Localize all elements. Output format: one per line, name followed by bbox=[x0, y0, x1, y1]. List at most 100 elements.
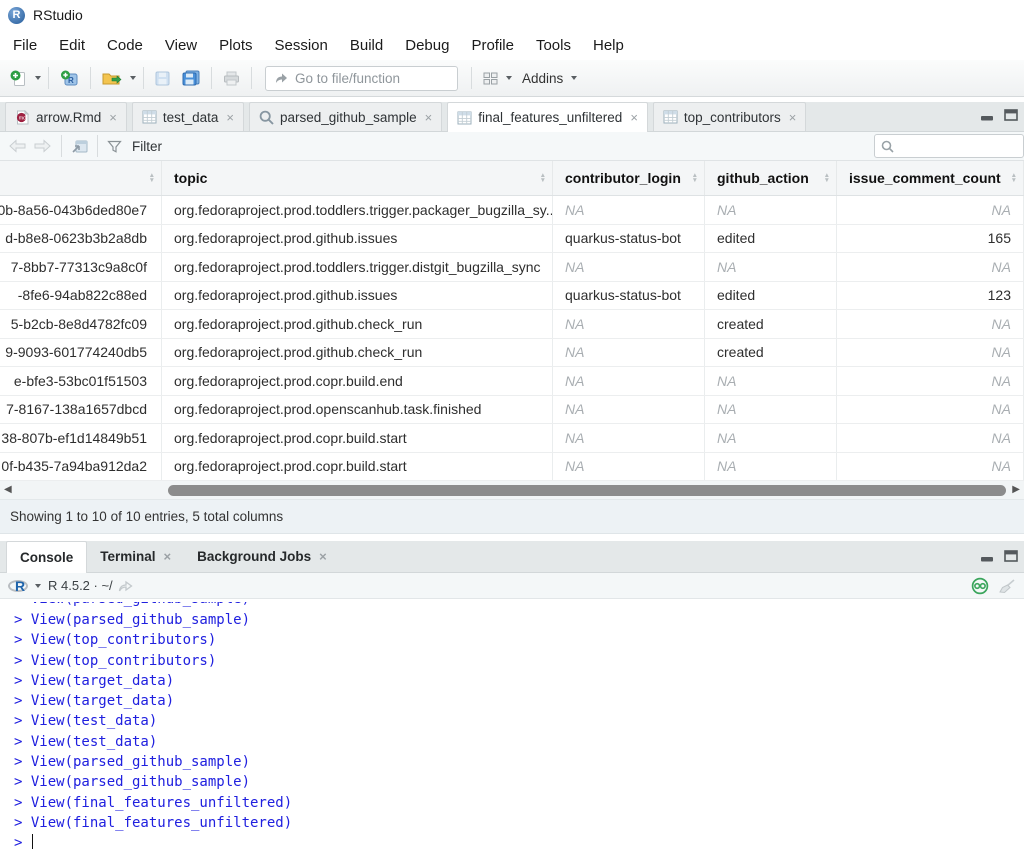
scroll-right-icon[interactable]: ▶ bbox=[1012, 484, 1020, 495]
console-prompt-line[interactable]: > bbox=[14, 833, 1024, 853]
table-icon bbox=[663, 110, 678, 124]
table-row[interactable]: 5-b2cb-8e8d4782fc09org.fedoraproject.pro… bbox=[0, 310, 1024, 339]
minimize-pane-icon[interactable] bbox=[980, 109, 994, 121]
table-row[interactable]: 0f-b435-7a94ba912da2org.fedoraproject.pr… bbox=[0, 453, 1024, 482]
viewer-toolbar: Filter bbox=[0, 132, 1024, 161]
viewer-search-box[interactable] bbox=[874, 134, 1024, 158]
sort-icon[interactable]: ▲▼ bbox=[692, 173, 698, 183]
tab-terminal[interactable]: Terminal × bbox=[87, 541, 184, 572]
maximize-pane-icon[interactable] bbox=[1004, 109, 1018, 121]
tab-top_contributors[interactable]: top_contributors× bbox=[653, 102, 806, 131]
console-tabbar: ConsoleTerminal×Background Jobs× bbox=[0, 541, 1024, 573]
cell-issue_comment_count: 123 bbox=[837, 282, 1024, 310]
r-version-dropdown[interactable] bbox=[35, 584, 41, 588]
forward-icon[interactable] bbox=[33, 139, 52, 153]
back-icon[interactable] bbox=[8, 139, 27, 153]
menu-plots[interactable]: Plots bbox=[208, 37, 263, 54]
text-cursor bbox=[32, 834, 34, 849]
close-icon[interactable]: × bbox=[630, 110, 638, 125]
tab-console[interactable]: Console bbox=[6, 541, 87, 573]
sort-icon[interactable]: ▲▼ bbox=[540, 173, 546, 183]
new-project-button[interactable]: R bbox=[56, 67, 83, 90]
close-icon[interactable]: × bbox=[789, 110, 797, 125]
column-header-contributor_login[interactable]: contributor_login▲▼ bbox=[553, 161, 705, 195]
table-row[interactable]: 9-9093-601774240db5org.fedoraproject.pro… bbox=[0, 339, 1024, 368]
close-icon[interactable]: × bbox=[319, 549, 327, 564]
scroll-left-icon[interactable]: ◀ bbox=[4, 484, 12, 495]
menu-edit[interactable]: Edit bbox=[48, 37, 96, 54]
table-row[interactable]: d-b8e8-0623b3b2a8dborg.fedoraproject.pro… bbox=[0, 225, 1024, 254]
column-header-topic[interactable]: topic▲▼ bbox=[162, 161, 553, 195]
r-version-bar: R R 4.5.2 · ~/ bbox=[0, 573, 1024, 599]
console-line: > View(final_features_unfiltered) bbox=[14, 813, 1024, 833]
close-icon[interactable]: × bbox=[164, 549, 172, 564]
cell-github_action: NA bbox=[705, 424, 837, 452]
cell-contributor_login: NA bbox=[553, 367, 705, 395]
save-all-button[interactable] bbox=[178, 67, 204, 89]
console-line: > View(top_contributors) bbox=[14, 630, 1024, 650]
tab-label: test_data bbox=[163, 110, 219, 125]
menu-code[interactable]: Code bbox=[96, 37, 154, 54]
tab-final_features_unfiltered[interactable]: final_features_unfiltered× bbox=[447, 102, 648, 132]
console-line: > View(final_features_unfiltered) bbox=[14, 793, 1024, 813]
column-header-rowid[interactable]: ▲▼ bbox=[0, 161, 162, 195]
goto-file-function-box[interactable] bbox=[265, 66, 458, 91]
filter-icon[interactable] bbox=[107, 140, 122, 153]
column-header-issue_comment_count[interactable]: issue_comment_count▲▼ bbox=[837, 161, 1024, 195]
table-row[interactable]: e-bfe3-53bc01f51503org.fedoraproject.pro… bbox=[0, 367, 1024, 396]
r-logo-icon[interactable]: R bbox=[8, 578, 30, 594]
sort-icon[interactable]: ▲▼ bbox=[149, 173, 155, 183]
menu-view[interactable]: View bbox=[154, 37, 208, 54]
tab-parsed_github_sample[interactable]: parsed_github_sample× bbox=[249, 102, 442, 131]
table-row[interactable]: 7-8bb7-77313c9a8c0forg.fedoraproject.pro… bbox=[0, 253, 1024, 282]
save-button[interactable] bbox=[151, 68, 174, 89]
cell-topic: org.fedoraproject.prod.toddlers.trigger.… bbox=[162, 253, 553, 281]
tab-label: Terminal bbox=[100, 549, 155, 564]
menu-help[interactable]: Help bbox=[582, 37, 635, 54]
minimize-pane-icon[interactable] bbox=[980, 550, 994, 562]
table-row[interactable]: 7-8167-138a1657dbcdorg.fedoraproject.pro… bbox=[0, 396, 1024, 425]
menu-build[interactable]: Build bbox=[339, 37, 394, 54]
maximize-pane-icon[interactable] bbox=[1004, 550, 1018, 562]
sort-icon[interactable]: ▲▼ bbox=[1011, 173, 1017, 183]
scrollbar-thumb[interactable] bbox=[168, 485, 1006, 496]
menu-debug[interactable]: Debug bbox=[394, 37, 460, 54]
tab-test_data[interactable]: test_data × bbox=[132, 102, 244, 131]
cell-rowid: 0f-b435-7a94ba912da2 bbox=[0, 453, 162, 481]
menu-profile[interactable]: Profile bbox=[460, 37, 525, 54]
table-row[interactable]: 0b-8a56-043b6ded80e7org.fedoraproject.pr… bbox=[0, 196, 1024, 225]
console-output[interactable]: > View(parsed_github_sample)> View(parse… bbox=[0, 599, 1024, 854]
close-icon[interactable]: × bbox=[109, 110, 117, 125]
menu-tools[interactable]: Tools bbox=[525, 37, 582, 54]
sort-icon[interactable]: ▲▼ bbox=[824, 173, 830, 183]
new-file-button[interactable] bbox=[6, 67, 31, 90]
addins-pane-button[interactable] bbox=[479, 69, 502, 88]
viewer-search-input[interactable] bbox=[899, 139, 1009, 154]
open-in-window-icon[interactable] bbox=[71, 139, 88, 154]
open-wd-icon[interactable] bbox=[118, 580, 133, 592]
menu-session[interactable]: Session bbox=[264, 37, 339, 54]
tab-background-jobs[interactable]: Background Jobs× bbox=[184, 541, 340, 572]
print-button[interactable] bbox=[219, 68, 244, 89]
addins-dropdown[interactable] bbox=[571, 76, 577, 80]
open-file-button[interactable] bbox=[98, 68, 126, 89]
close-icon[interactable]: × bbox=[226, 110, 234, 125]
toolbar-separator bbox=[251, 67, 252, 89]
addins-label[interactable]: Addins bbox=[522, 71, 563, 86]
clear-console-icon[interactable] bbox=[998, 579, 1016, 594]
filter-label[interactable]: Filter bbox=[132, 139, 162, 154]
open-dropdown[interactable] bbox=[130, 76, 136, 80]
tab-arrow.Rmd[interactable]: mdarrow.Rmd× bbox=[5, 102, 127, 131]
horizontal-scrollbar[interactable]: ◀ ▶ bbox=[0, 481, 1024, 500]
table-row[interactable]: -8fe6-94ab822c88edorg.fedoraproject.prod… bbox=[0, 282, 1024, 311]
menu-file[interactable]: File bbox=[2, 37, 48, 54]
column-header-github_action[interactable]: github_action▲▼ bbox=[705, 161, 837, 195]
rmd-file-icon: md bbox=[15, 110, 30, 125]
table-row[interactable]: 38-807b-ef1d14849b51org.fedoraproject.pr… bbox=[0, 424, 1024, 453]
panes-dropdown[interactable] bbox=[506, 76, 512, 80]
close-icon[interactable]: × bbox=[425, 110, 433, 125]
goto-file-function-input[interactable] bbox=[295, 71, 435, 86]
new-file-dropdown[interactable] bbox=[35, 76, 41, 80]
memory-usage-icon[interactable] bbox=[971, 577, 989, 595]
cell-topic: org.fedoraproject.prod.github.issues bbox=[162, 225, 553, 253]
